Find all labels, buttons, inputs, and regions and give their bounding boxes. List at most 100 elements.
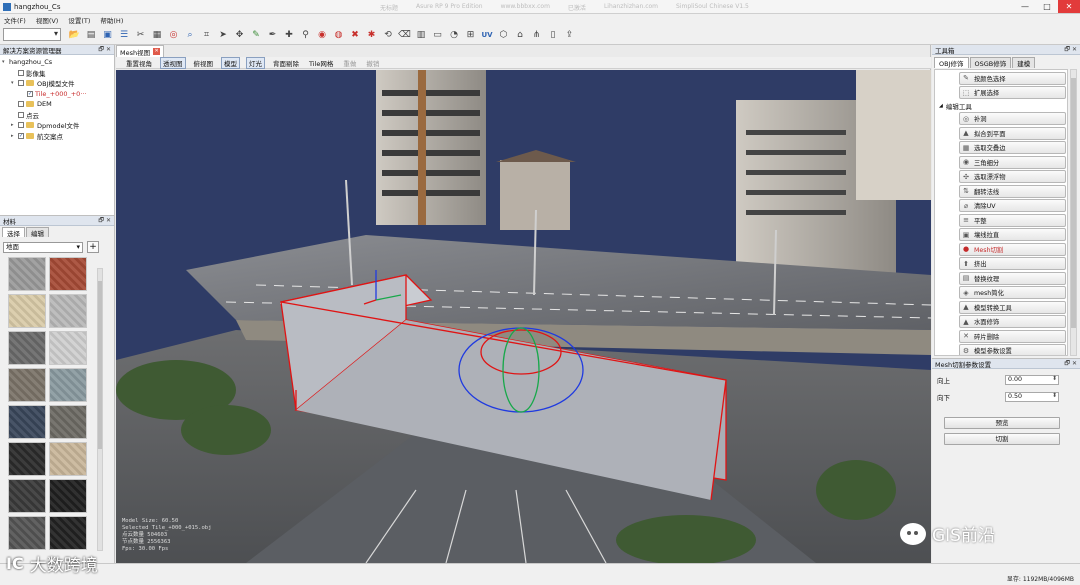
tool-button[interactable]: ◎ 补洞 <box>959 112 1066 125</box>
tool-button[interactable]: ▤ 替换纹理 <box>959 271 1066 285</box>
menu-settings[interactable]: 设置(T) <box>68 15 90 25</box>
tab-select[interactable]: 选择 <box>2 227 25 238</box>
tab-mesh-view[interactable]: Mesh视图 ✕ <box>116 45 165 57</box>
material-thumbnail[interactable] <box>8 405 46 439</box>
view-button[interactable]: 透视图 <box>160 56 186 69</box>
brush-icon[interactable]: ✎ <box>249 27 264 42</box>
scroll-thumb[interactable] <box>1071 78 1076 328</box>
material-thumbnail[interactable] <box>8 294 46 328</box>
tree-item[interactable]: DEM <box>2 99 114 110</box>
tab-edit[interactable]: 编辑 <box>26 227 49 238</box>
grid-icon[interactable]: ▦ <box>150 27 165 42</box>
ring-icon[interactable]: ◍ <box>331 27 346 42</box>
material-thumbnail[interactable] <box>49 516 87 550</box>
material-thumbnail[interactable] <box>49 331 87 365</box>
tool-button[interactable]: ✎ 按颜色选择 <box>959 71 1066 85</box>
minimize-button[interactable]: — <box>1014 0 1036 13</box>
material-thumbnail[interactable] <box>8 257 46 291</box>
view-button[interactable]: 俯视图 <box>192 58 216 68</box>
tree-item[interactable]: ▾ OBJ模型文件 <box>2 78 114 89</box>
view-button[interactable]: 背面剔除 <box>271 58 301 68</box>
add-material-button[interactable]: + <box>87 241 99 253</box>
menu-help[interactable]: 帮助(H) <box>100 15 123 25</box>
view-button[interactable]: 灯光 <box>246 56 265 69</box>
pin-icon[interactable]: 🗗 ✕ <box>98 45 111 55</box>
material-thumbnail[interactable] <box>8 331 46 365</box>
target-icon[interactable]: ◎ <box>166 27 181 42</box>
material-thumbnail[interactable] <box>49 442 87 476</box>
material-scrollbar[interactable] <box>97 268 103 551</box>
close-icon[interactable]: ✕ <box>153 48 161 55</box>
uv-icon[interactable]: UV <box>480 27 495 42</box>
expand-icon[interactable]: ▸ <box>11 133 18 139</box>
film-icon[interactable]: ▭ <box>430 27 445 42</box>
cube-icon[interactable]: ▣ <box>100 27 115 42</box>
tool-button[interactable]: ◉ 三角细分 <box>959 155 1066 169</box>
material-thumbnail[interactable] <box>49 479 87 513</box>
material-thumbnail[interactable] <box>8 516 46 550</box>
tool-button[interactable]: ⬚ 扩展选择 <box>959 86 1066 99</box>
expand-icon[interactable]: ▸ <box>11 122 18 128</box>
view-button[interactable]: 重做 <box>341 58 358 68</box>
close-button[interactable]: ✕ <box>1058 0 1080 13</box>
cross-icon[interactable]: ✖ <box>348 27 363 42</box>
pen-icon[interactable]: ✒ <box>265 27 280 42</box>
label-icon[interactable]: ⊞ <box>463 27 478 42</box>
toolbar-dropdown[interactable] <box>3 28 61 41</box>
tree-item[interactable]: 影像集 <box>2 68 114 79</box>
checkbox[interactable] <box>18 122 24 129</box>
tool-button[interactable]: ◈ mesh简化 <box>959 286 1066 299</box>
tab-modeling[interactable]: 建模 <box>1012 57 1036 68</box>
view-button[interactable]: 撤销 <box>364 58 381 68</box>
home-icon[interactable]: ⌂ <box>513 27 528 42</box>
doc-icon[interactable]: ▯ <box>546 27 561 42</box>
material-thumbnail[interactable] <box>8 368 46 402</box>
mesh-icon[interactable]: ⬡ <box>496 27 511 42</box>
pin-icon[interactable]: 🗗 ✕ <box>98 216 111 226</box>
star-icon[interactable]: ✱ <box>364 27 379 42</box>
tree-item[interactable]: ▸ ✓ 航交案点 <box>2 131 114 142</box>
expand-icon[interactable]: ▾ <box>11 80 18 86</box>
material-thumbnail[interactable] <box>49 294 87 328</box>
param-up-spinbox[interactable]: 0.00 <box>1005 375 1059 385</box>
checkbox[interactable] <box>18 80 24 87</box>
tool-button[interactable]: ▲ 模型转换工具 <box>959 300 1066 314</box>
crop-icon[interactable]: ⌗ <box>199 27 214 42</box>
pie-icon[interactable]: ◔ <box>447 27 462 42</box>
tab-osgb-modify[interactable]: OSGB修饰 <box>969 57 1012 68</box>
checkbox[interactable]: ✓ <box>27 90 33 97</box>
checkbox[interactable] <box>18 101 24 108</box>
3d-scene-canvas[interactable]: Model Size: 60.50 Selected Tile_+000_+015… <box>116 70 931 563</box>
toolbox-scrollbar[interactable] <box>1070 69 1077 356</box>
material-category-select[interactable]: 地面 <box>3 241 83 253</box>
pin-icon[interactable]: ⚲ <box>298 27 313 42</box>
box-icon[interactable]: ▥ <box>414 27 429 42</box>
checkbox[interactable] <box>18 111 24 118</box>
maximize-button[interactable]: □ <box>1036 0 1058 13</box>
tool-button[interactable]: ⚙ 模型参数设置 <box>959 344 1066 355</box>
checkbox[interactable] <box>18 69 24 76</box>
tool-button[interactable]: ≡ 平整 <box>959 213 1066 227</box>
view-button[interactable]: Tile网格 <box>307 58 335 68</box>
eraser-icon[interactable]: ⌫ <box>397 27 412 42</box>
cursor-icon[interactable]: ➤ <box>216 27 231 42</box>
layers-icon[interactable]: ☰ <box>117 27 132 42</box>
export-icon[interactable]: ⇪ <box>562 27 577 42</box>
cut-button[interactable]: 切割 <box>944 433 1060 445</box>
tree-item[interactable]: ✓ Tile_+000_+0··· <box>2 89 114 100</box>
collapse-icon[interactable]: ◢ <box>939 103 943 109</box>
tool-button[interactable]: ▲ 水面修饰 <box>959 315 1066 328</box>
menu-view[interactable]: 视图(V) <box>36 15 59 25</box>
pin-icon[interactable]: 🗗 ✕ <box>1064 45 1077 55</box>
material-thumbnail[interactable] <box>49 257 87 291</box>
tool-button[interactable]: ✣ 选取漂浮物 <box>959 170 1066 183</box>
cut-icon[interactable]: ✂ <box>133 27 148 42</box>
tool-button[interactable]: ⌀ 清除UV <box>959 199 1066 212</box>
scroll-thumb[interactable] <box>98 281 102 449</box>
tab-obj-modify[interactable]: OBJ修饰 <box>934 57 969 68</box>
material-thumbnail[interactable] <box>49 368 87 402</box>
view-button[interactable]: 重置视角 <box>124 58 154 68</box>
move-icon[interactable]: ✥ <box>232 27 247 42</box>
tool-button[interactable]: ✕ 碎片删除 <box>959 329 1066 343</box>
material-thumbnail[interactable] <box>8 442 46 476</box>
